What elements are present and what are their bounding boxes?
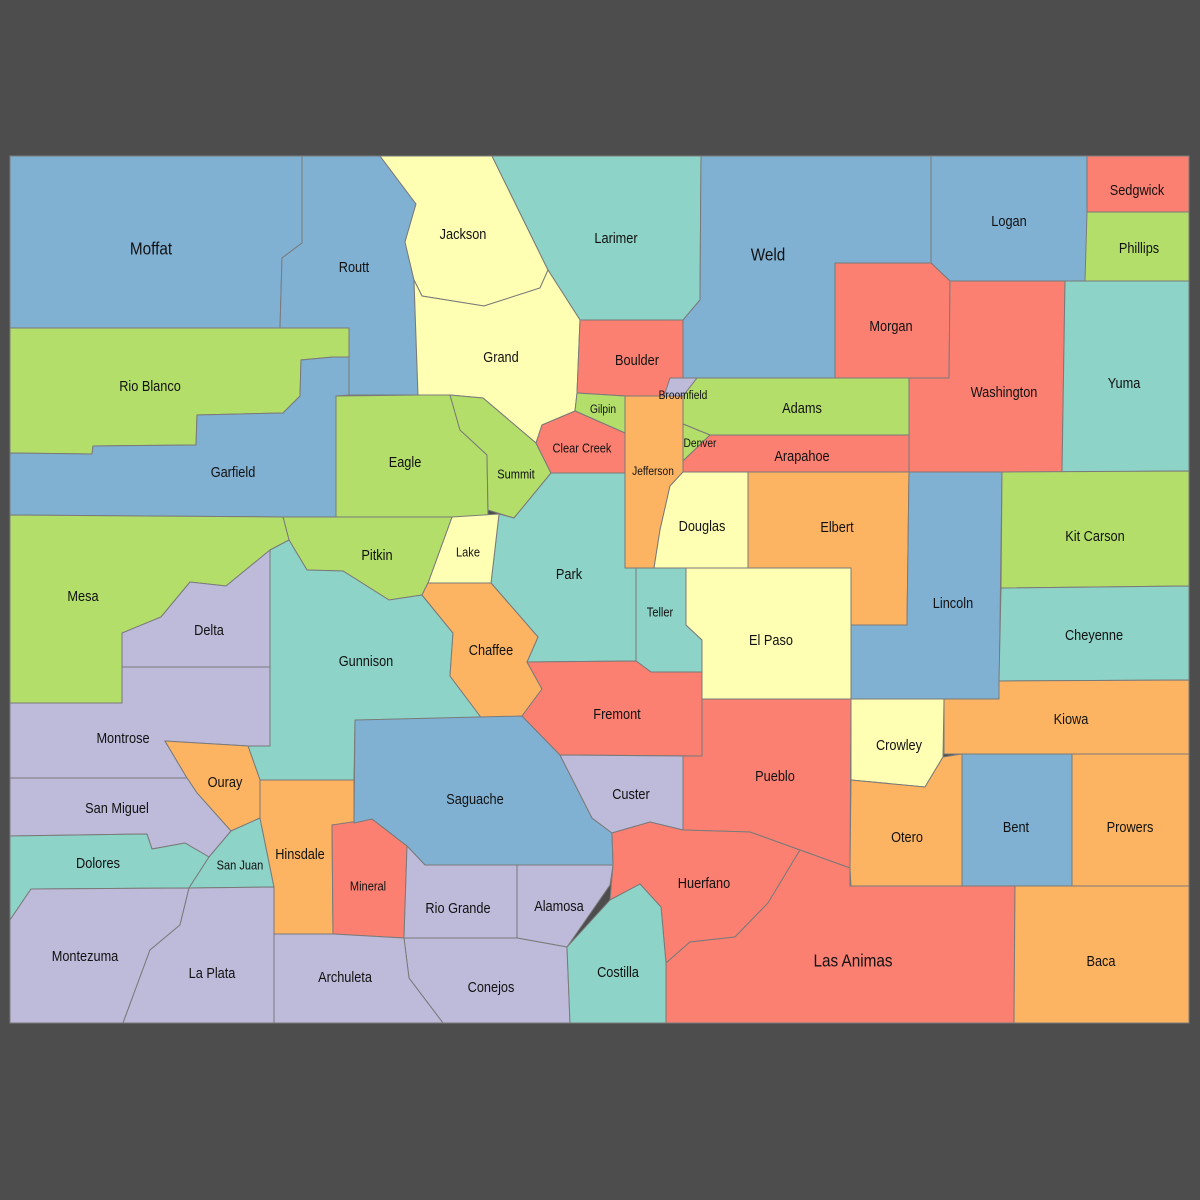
county-label-san-juan: San Juan [217,858,264,873]
county-label-weld: Weld [751,245,786,265]
county-label-delta: Delta [194,621,224,638]
county-label-montezuma: Montezuma [52,947,119,964]
county-label-kiowa: Kiowa [1054,710,1089,727]
county-label-kit-carson: Kit Carson [1065,527,1124,544]
county-label-arapahoe: Arapahoe [774,447,829,464]
county-label-adams: Adams [782,399,822,416]
county-label-jefferson: Jefferson [632,465,674,478]
county-label-gunnison: Gunnison [339,652,394,669]
county-label-otero: Otero [891,828,923,845]
county-label-rio-blanco: Rio Blanco [119,377,181,394]
county-label-saguache: Saguache [446,790,504,807]
county-label-la-plata: La Plata [189,964,236,981]
county-label-rio-grande: Rio Grande [425,899,490,916]
county-label-boulder: Boulder [615,351,659,368]
county-label-san-miguel: San Miguel [85,799,149,816]
county-label-garfield: Garfield [211,463,256,480]
county-label-routt: Routt [339,258,370,275]
county-label-sedgwick: Sedgwick [1110,181,1165,198]
county-label-cheyenne: Cheyenne [1065,626,1123,643]
map-canvas: Moffat Routt Jackson Larimer Weld Logan Sedgwi… [0,0,1200,1200]
county-label-yuma: Yuma [1108,374,1141,391]
county-label-custer: Custer [612,785,650,802]
county-label-lake: Lake [456,545,480,560]
county-label-pitkin: Pitkin [361,546,392,563]
county-label-bent: Bent [1003,818,1029,835]
county-label-larimer: Larimer [594,229,638,246]
county-label-gilpin: Gilpin [590,403,616,416]
county-label-broomfield: Broomfield [659,389,708,402]
county-label-denver: Denver [684,437,717,450]
county-label-ouray: Ouray [208,773,243,790]
county-label-conejos: Conejos [468,978,515,995]
county-label-hinsdale: Hinsdale [275,845,325,862]
county-label-dolores: Dolores [76,854,120,871]
county-label-el-paso: El Paso [749,631,793,648]
county-label-archuleta: Archuleta [318,968,372,985]
county-label-grand: Grand [483,348,518,365]
county-label-montrose: Montrose [96,729,149,746]
county-label-huerfano: Huerfano [678,874,731,891]
county-label-crowley: Crowley [876,736,922,753]
county-label-phillips: Phillips [1119,239,1159,256]
county-label-park: Park [556,565,582,582]
county-label-las-animas: Las Animas [813,951,892,971]
county-label-mineral: Mineral [350,879,386,894]
county-label-teller: Teller [647,605,673,620]
county-label-lincoln: Lincoln [933,594,973,611]
county-label-baca: Baca [1086,952,1115,969]
county-label-chaffee: Chaffee [469,641,514,658]
county-label-jackson: Jackson [440,225,487,242]
county-label-fremont: Fremont [593,705,641,722]
county-label-alamosa: Alamosa [534,897,584,914]
colorado-county-map: Moffat Routt Jackson Larimer Weld Logan Sedgwi… [9,155,1190,1024]
county-label-mesa: Mesa [67,587,98,604]
county-label-logan: Logan [991,212,1026,229]
county-label-elbert: Elbert [820,518,853,535]
county-label-douglas: Douglas [679,517,726,534]
county-label-summit: Summit [497,467,535,482]
county-label-prowers: Prowers [1107,818,1154,835]
county-label-morgan: Morgan [869,317,912,334]
county-label-eagle: Eagle [389,453,422,470]
county-shapes [9,155,1190,1024]
county-label-costilla: Costilla [597,963,639,980]
county-label-washington: Washington [971,383,1038,400]
county-label-clear-creek: Clear Creek [553,441,613,456]
county-label-pueblo: Pueblo [755,767,795,784]
county-label-moffat: Moffat [130,239,173,259]
